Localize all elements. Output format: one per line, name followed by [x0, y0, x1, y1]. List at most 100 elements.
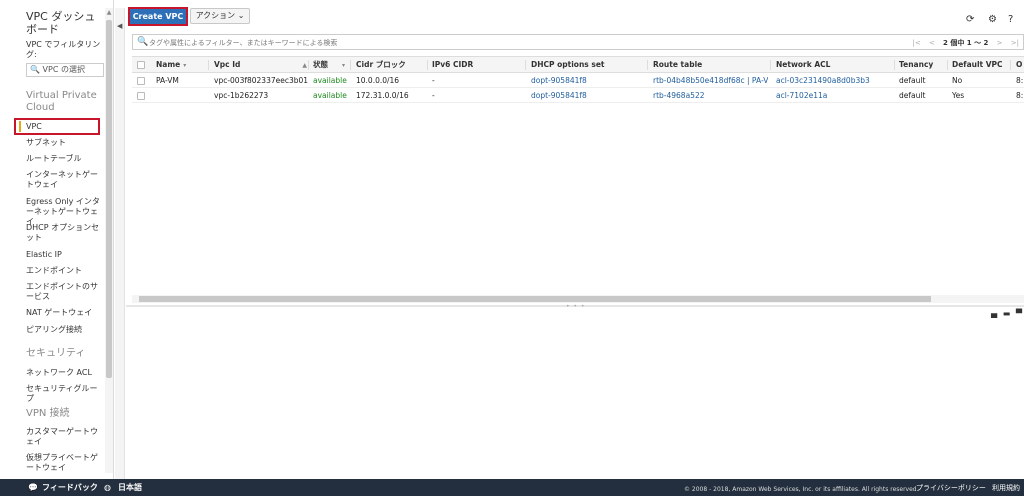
- terms-link[interactable]: 利用規約: [992, 483, 1020, 494]
- main-content: Create VPC アクション ⌄ ⟳ ⚙ ? 🔍 タグや属性によるフィルター…: [126, 0, 1024, 479]
- col-vpc-id-label: Vpc Id: [214, 60, 241, 69]
- col-ipv6[interactable]: IPv6 CIDR: [432, 57, 522, 73]
- actions-dropdown[interactable]: アクション ⌄: [190, 8, 250, 24]
- panel-split-icon[interactable]: ▬: [1003, 309, 1011, 318]
- language-selector[interactable]: 日本語: [118, 482, 142, 493]
- first-page-icon[interactable]: |<: [912, 39, 920, 47]
- sidebar-scroll-thumb[interactable]: [106, 20, 112, 378]
- col-dhcp[interactable]: DHCP options set: [531, 57, 646, 73]
- vpc-select-label: VPC の選択: [42, 65, 85, 74]
- refresh-icon[interactable]: ⟳: [966, 14, 974, 25]
- last-page-icon[interactable]: >|: [1011, 39, 1019, 47]
- collapse-left-icon: ◀: [117, 22, 123, 30]
- col-divider: [770, 60, 771, 70]
- filter-by-vpc-label: VPC でフィルタリング:: [26, 40, 101, 59]
- col-name[interactable]: Name ▾: [156, 57, 211, 74]
- splitter-grip-icon[interactable]: • • •: [566, 303, 585, 310]
- col-divider: [525, 60, 526, 70]
- table-row[interactable]: PA-VM vpc-003f802337eec3b01 available 10…: [132, 73, 1024, 88]
- sort-icon: ▾: [342, 62, 346, 69]
- next-page-icon[interactable]: >: [997, 39, 1003, 47]
- copyright-text: © 2008 - 2018, Amazon Web Services, Inc.…: [684, 486, 919, 493]
- row-checkbox[interactable]: [137, 92, 145, 100]
- filter-bar[interactable]: 🔍 タグや属性によるフィルター、またはキーワードによる検索 |< < 2 個中 …: [132, 34, 1024, 50]
- feedback-link[interactable]: フィードバック: [42, 482, 98, 493]
- chat-bubble-icon: 💬: [28, 483, 38, 492]
- sidebar-item-route-tables[interactable]: ルートテーブル: [26, 154, 104, 164]
- cell-default-vpc: No: [952, 76, 963, 85]
- footer: 💬 フィードバック ◍ 日本語 © 2008 - 2018, Amazon We…: [0, 479, 1024, 496]
- section-vpn: VPN 接続: [26, 408, 70, 419]
- col-divider: [350, 60, 351, 70]
- cell-cidr: 10.0.0.0/16: [356, 76, 400, 85]
- section-virtual-private-cloud: Virtual Private Cloud: [26, 90, 97, 113]
- row-checkbox[interactable]: [137, 77, 145, 85]
- panel-top-icon[interactable]: ▀: [1016, 309, 1022, 318]
- search-input[interactable]: タグや属性によるフィルター、またはキーワードによる検索: [149, 38, 337, 48]
- sidebar-item-vpc[interactable]: VPC: [14, 118, 100, 135]
- col-default-vpc[interactable]: Default VPC: [952, 57, 1012, 73]
- cell-default-vpc: Yes: [952, 91, 965, 100]
- vpc-select[interactable]: 🔍 VPC の選択: [26, 63, 104, 77]
- sidebar-item-security-groups[interactable]: セキュリティグループ: [26, 384, 104, 404]
- vpc-table: Name ▾ Vpc Id ▲ 状態 ▾ Cidr ブロック IPv6 CIDR DH…: [132, 56, 1024, 103]
- table-scroll-thumb[interactable]: [139, 296, 931, 302]
- gear-icon[interactable]: ⚙: [988, 14, 997, 25]
- cell-owner: 8:: [1016, 91, 1024, 100]
- col-divider: [427, 60, 428, 70]
- col-acl[interactable]: Network ACL: [776, 57, 891, 73]
- scroll-up-icon[interactable]: ▲: [106, 10, 112, 16]
- sidebar-item-endpoint-services[interactable]: エンドポイントのサービス: [26, 282, 104, 302]
- cell-ipv6: -: [432, 76, 435, 85]
- panel-bottom-icon[interactable]: ▄: [991, 309, 997, 318]
- col-route[interactable]: Route table: [653, 57, 768, 73]
- cell-dhcp-link[interactable]: dopt-905841f8: [531, 88, 646, 103]
- sidebar-dashboard-link[interactable]: VPC ダッシュボード: [26, 10, 106, 36]
- search-icon: 🔍: [30, 65, 40, 74]
- cell-dhcp-link[interactable]: dopt-905841f8: [531, 73, 646, 88]
- sidebar-item-internet-gateways[interactable]: インターネットゲートウェイ: [26, 170, 104, 190]
- sort-asc-icon: ▲: [302, 62, 308, 69]
- sidebar-item-customer-gateways[interactable]: カスタマーゲートウェイ: [26, 427, 104, 447]
- sidebar-item-network-acl[interactable]: ネットワーク ACL: [26, 368, 104, 378]
- sidebar-collapse-tab[interactable]: ◀: [115, 8, 125, 479]
- col-name-label: Name: [156, 60, 181, 69]
- sidebar-item-nat-gateways[interactable]: NAT ゲートウェイ: [26, 308, 104, 318]
- pagination: |< < 2 個中 1 ～ 2 > >|: [906, 38, 1019, 48]
- cell-route-link[interactable]: rtb-04b48b50e418df68c | PA-V...: [653, 73, 768, 88]
- cell-route-link[interactable]: rtb-4968a522: [653, 88, 768, 103]
- section-security: セキュリティ: [26, 348, 86, 359]
- privacy-policy-link[interactable]: プライバシーポリシー: [916, 483, 986, 494]
- sidebar-item-subnets[interactable]: サブネット: [26, 138, 104, 148]
- cell-state: available: [313, 91, 347, 100]
- col-divider: [1010, 60, 1011, 70]
- cell-tenancy: default: [899, 76, 926, 85]
- sidebar-item-virtual-private-gateways[interactable]: 仮想プライベートゲートウェイ: [26, 453, 104, 473]
- cell-cidr: 172.31.0.0/16: [356, 91, 409, 100]
- table-row[interactable]: vpc-1b262273 available 172.31.0.0/16 - d…: [132, 88, 1024, 103]
- cell-acl-link[interactable]: acl-03c231490a8d0b3b3: [776, 73, 891, 88]
- panel-layout-controls: ▄ ▬ ▀: [988, 309, 1022, 318]
- table-horizontal-scrollbar[interactable]: [132, 295, 1024, 303]
- col-divider: [208, 60, 209, 70]
- cell-vpc-id: vpc-003f802337eec3b01: [214, 76, 309, 85]
- globe-icon: ◍: [104, 483, 111, 492]
- create-vpc-button[interactable]: Create VPC: [128, 7, 188, 26]
- col-cidr[interactable]: Cidr ブロック: [356, 57, 426, 73]
- col-state[interactable]: 状態 ▾: [313, 57, 351, 74]
- cell-acl-link[interactable]: acl-7102e11a: [776, 88, 891, 103]
- col-tenancy[interactable]: Tenancy: [899, 57, 947, 73]
- sidebar-item-elastic-ip[interactable]: Elastic IP: [26, 250, 104, 260]
- col-divider: [947, 60, 948, 70]
- sidebar-item-peering[interactable]: ピアリング接続: [26, 325, 104, 335]
- cell-tenancy: default: [899, 91, 926, 100]
- sidebar-item-dhcp-options[interactable]: DHCP オプションセット: [26, 223, 104, 243]
- sidebar-item-endpoints[interactable]: エンドポイント: [26, 266, 104, 276]
- col-vpc-id[interactable]: Vpc Id ▲: [214, 57, 314, 74]
- cell-vpc-id: vpc-1b262273: [214, 91, 269, 100]
- help-icon[interactable]: ?: [1008, 14, 1013, 25]
- prev-page-icon[interactable]: <: [929, 39, 935, 47]
- select-all-checkbox[interactable]: [137, 61, 145, 69]
- col-owner[interactable]: O: [1016, 57, 1024, 73]
- col-divider: [894, 60, 895, 70]
